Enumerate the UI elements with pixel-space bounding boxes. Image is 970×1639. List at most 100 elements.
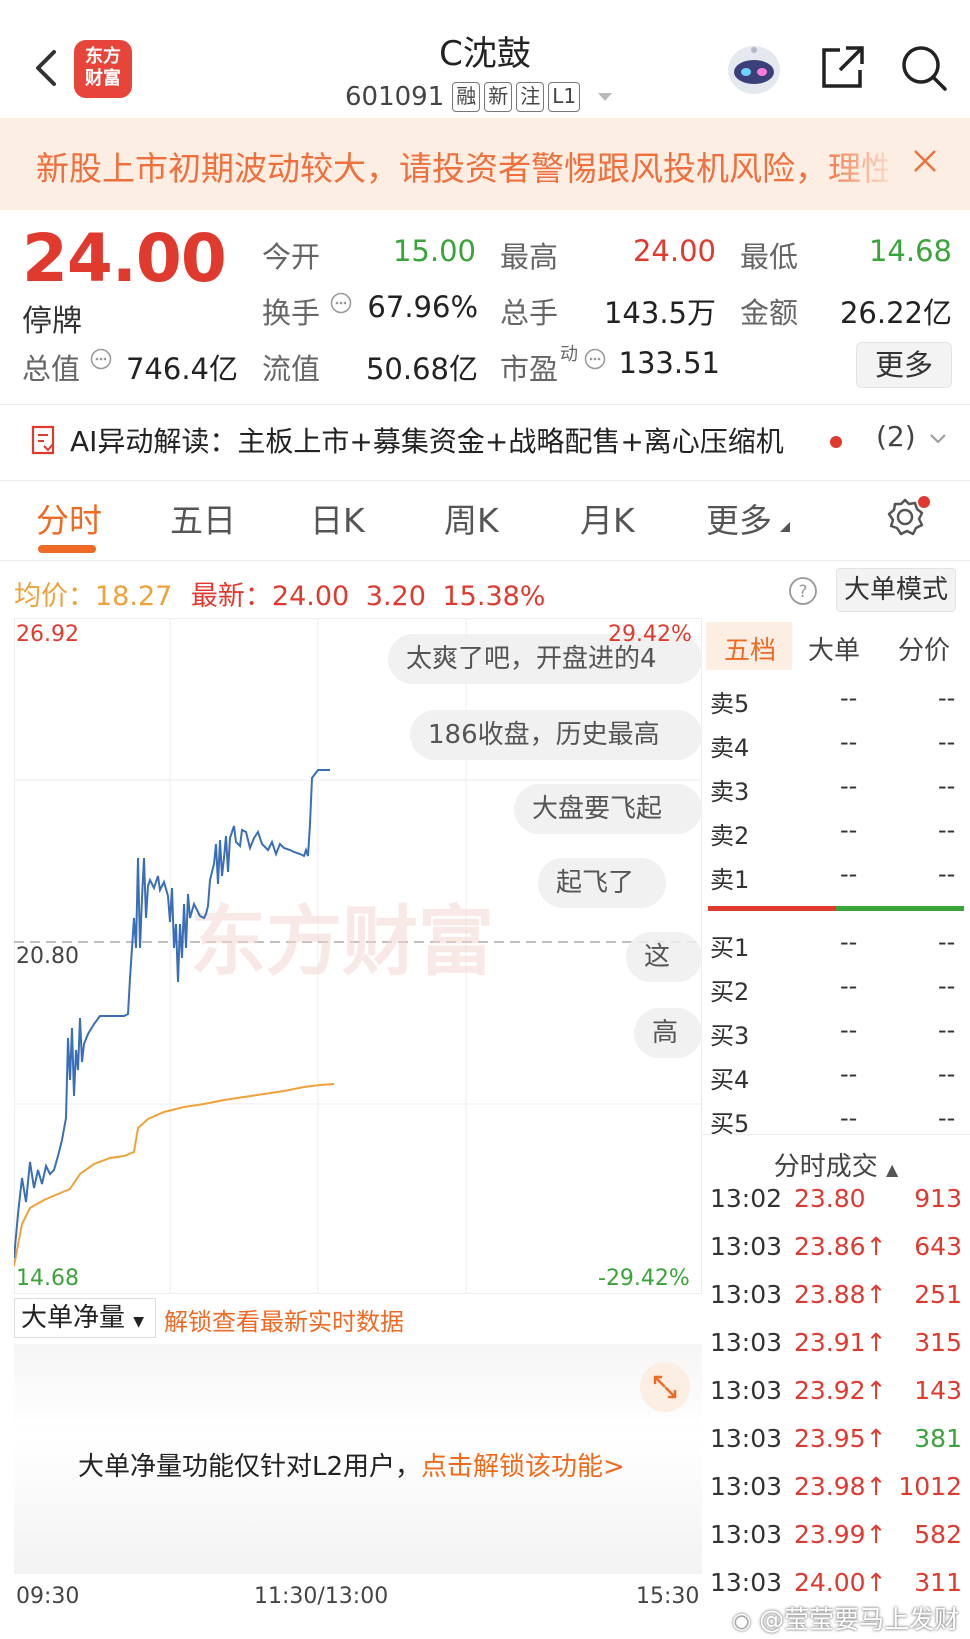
y-axis-mid-price: 20.80 <box>16 944 79 969</box>
ask-row: 卖3 -- -- <box>708 772 964 806</box>
ob-tab-five-level[interactable]: 五档 <box>724 630 776 667</box>
tick-time: 13:03 <box>710 1520 783 1549</box>
divider <box>0 560 970 561</box>
close-icon[interactable] <box>908 144 942 178</box>
tick-volume: 311 <box>914 1568 962 1597</box>
tick-volume: 1012 <box>898 1472 962 1501</box>
big-order-mode-button[interactable]: 大单模式 <box>836 568 956 612</box>
assistant-robot-icon[interactable] <box>724 40 784 96</box>
tick-time: 13:03 <box>710 1328 783 1357</box>
float-cap-label: 流值 <box>262 352 321 386</box>
net-volume-select[interactable]: 大单净量 ▼ <box>14 1298 156 1338</box>
info-icon[interactable] <box>584 348 606 370</box>
ask-row: 卖2 -- -- <box>708 816 964 850</box>
ask-label: 卖1 <box>710 866 750 894</box>
tag-level1: L1 <box>548 82 581 112</box>
intraday-chart[interactable]: 东方财富 太爽了吧，开盘进的4 186收盘，历史最高 大盘要飞起 起飞了 这 高 <box>14 618 702 1294</box>
ask-row: 卖1 -- -- <box>708 860 964 894</box>
ask-volume: -- <box>938 860 956 888</box>
ob-tab-big-order[interactable]: 大单 <box>808 630 860 667</box>
user-watermark: ◉ @莹莹要马上发财 <box>732 1600 959 1636</box>
more-quote-button[interactable]: 更多 <box>856 342 952 388</box>
tab-weekly-k[interactable]: 周K <box>444 494 499 542</box>
l2-only-message: 大单净量功能仅针对L2用户，点击解锁该功能> <box>78 1446 625 1483</box>
ob-tab-price-dist[interactable]: 分价 <box>898 630 950 667</box>
tick-trade-row: 13:03 24.00↑ 311 <box>708 1568 966 1600</box>
y-axis-top-pct: 29.42% <box>608 622 692 647</box>
tick-price: 23.95↑ <box>794 1424 887 1453</box>
tick-price: 23.98↑ <box>794 1472 887 1501</box>
bullet-comment[interactable]: 186收盘，历史最高 <box>410 710 702 760</box>
tick-time: 13:03 <box>710 1280 783 1309</box>
chevron-down-icon[interactable] <box>928 432 948 446</box>
tick-trade-row: 13:03 23.91↑ 315 <box>708 1328 966 1360</box>
net-volume-select-label: 大单净量 <box>21 1303 126 1333</box>
search-icon[interactable] <box>898 42 950 94</box>
bid-row: 买4 -- -- <box>708 1060 964 1094</box>
tick-trades-title[interactable]: 分时成交 ▲ <box>708 1146 964 1183</box>
tab-monthly-k[interactable]: 月K <box>580 494 635 542</box>
stock-code-row[interactable]: 601091 融 新 注 L1 <box>345 80 613 114</box>
tick-volume: 381 <box>914 1424 962 1453</box>
tick-time: 13:03 <box>710 1232 783 1261</box>
tab-daily-k[interactable]: 日K <box>310 494 365 542</box>
ask-volume: -- <box>938 684 956 712</box>
divider <box>0 480 970 481</box>
ask-row: 卖5 -- -- <box>708 684 964 718</box>
tag-registered: 注 <box>516 82 545 112</box>
ask-label: 卖5 <box>710 690 750 718</box>
tick-volume: 582 <box>914 1520 962 1549</box>
bullet-comment[interactable]: 高 <box>634 1008 702 1058</box>
info-icon[interactable] <box>330 292 352 314</box>
ai-analysis-count[interactable]: (2) <box>876 420 916 453</box>
tab-five-day[interactable]: 五日 <box>170 494 236 542</box>
trading-status: 停牌 <box>22 304 82 339</box>
volume-value: 143.5万 <box>603 296 716 330</box>
bullet-comment[interactable]: 起飞了 <box>538 858 666 908</box>
open-label: 今开 <box>262 240 321 274</box>
ask-price: -- <box>840 772 858 800</box>
bid-row: 买2 -- -- <box>708 972 964 1006</box>
bullet-comment[interactable]: 大盘要飞起 <box>514 784 702 834</box>
tab-intraday[interactable]: 分时 <box>36 494 102 542</box>
unlock-realtime-link[interactable]: 解锁查看最新实时数据 <box>164 1302 404 1337</box>
bid-row: 买3 -- -- <box>708 1016 964 1050</box>
tab-more[interactable]: 更多 <box>706 494 772 542</box>
sort-up-icon: ▲ <box>885 1160 899 1179</box>
stock-code: 601091 <box>345 82 445 112</box>
tick-volume: 643 <box>914 1232 962 1261</box>
tick-time: 13:03 <box>710 1568 783 1597</box>
bid-row: 买1 -- -- <box>708 928 964 962</box>
avg-price-value: 18.27 <box>95 581 173 612</box>
chart-watermark: 东方财富 <box>190 897 494 986</box>
ask-label: 卖4 <box>710 734 750 762</box>
bullet-comment[interactable]: 这 <box>626 932 702 982</box>
help-icon[interactable]: ? <box>788 576 818 606</box>
dropdown-arrow-icon[interactable] <box>598 93 613 101</box>
latest-price-label: 最新： <box>190 581 272 612</box>
ai-analysis-text[interactable]: AI异动解读：主板上市+募集资金+战略配售+离心压缩机 <box>70 420 784 460</box>
bid-label: 买2 <box>710 978 750 1006</box>
unread-dot <box>830 436 842 448</box>
tick-time: 13:03 <box>710 1472 783 1501</box>
tick-trade-row: 13:03 23.88↑ 251 <box>708 1280 966 1312</box>
ask-price: -- <box>840 684 858 712</box>
current-price: 24.00 <box>22 220 227 297</box>
unlock-feature-link[interactable]: 点击解锁该功能> <box>421 1452 625 1482</box>
active-tab-indicator <box>38 545 96 553</box>
tick-trade-row: 13:03 23.98↑ 1012 <box>708 1472 966 1504</box>
bid-volume: -- <box>938 928 956 956</box>
tick-volume: 315 <box>914 1328 962 1357</box>
l2-message-text: 大单净量功能仅针对L2用户， <box>78 1452 422 1482</box>
tick-time: 13:02 <box>710 1184 783 1213</box>
watermark-text: @莹莹要马上发财 <box>759 1605 960 1634</box>
tick-volume: 913 <box>914 1184 962 1213</box>
dropdown-arrow-icon: ▼ <box>133 1314 145 1330</box>
tick-trade-row: 13:03 23.86↑ 643 <box>708 1232 966 1264</box>
share-icon[interactable] <box>818 42 868 92</box>
info-icon[interactable] <box>90 348 112 370</box>
bid-row: 买5 -- -- <box>708 1104 964 1138</box>
expand-icon[interactable] <box>640 1362 690 1412</box>
pe-superscript: 动 <box>560 344 578 365</box>
y-axis-top-price: 26.92 <box>16 622 79 647</box>
